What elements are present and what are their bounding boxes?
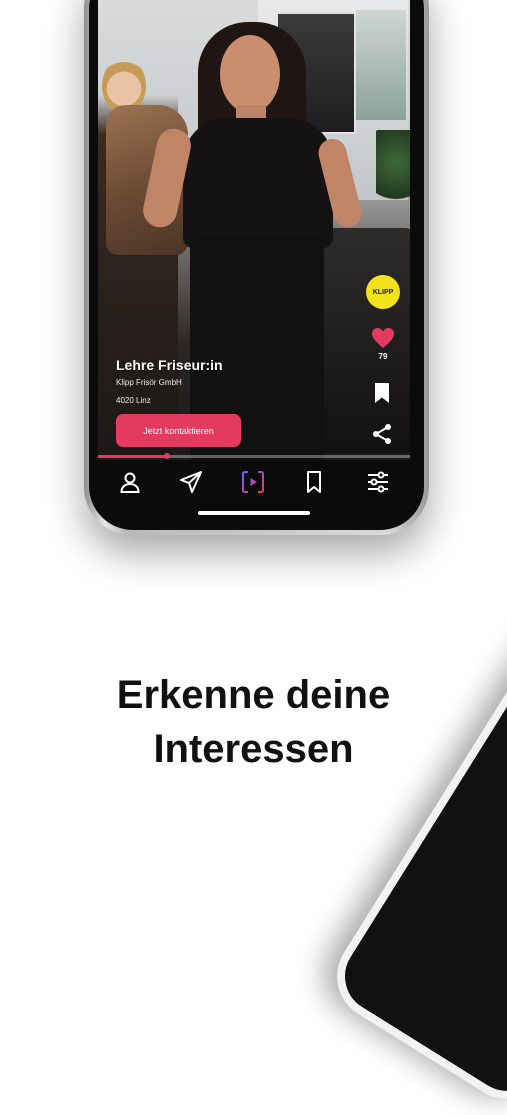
promo-headline: Erkenne deine Interessen <box>0 668 507 776</box>
video-progress-bar[interactable] <box>98 453 410 459</box>
main-person-shirt <box>183 118 333 248</box>
home-indicator[interactable] <box>198 511 310 515</box>
person-icon[interactable] <box>118 470 142 494</box>
contact-button[interactable]: Jetzt kontaktieren <box>116 414 241 447</box>
main-person-face <box>220 35 280 113</box>
headline-line-1: Erkenne deine <box>116 673 391 717</box>
company-logo-badge[interactable]: KLIPP <box>366 275 400 309</box>
salon-display <box>356 10 406 120</box>
company-name[interactable]: Klipp Frisör GmbH <box>116 378 182 387</box>
paper-plane-icon[interactable] <box>179 470 203 494</box>
share-icon[interactable] <box>370 422 394 446</box>
job-location: 4020 Linz <box>116 396 151 405</box>
like-count: 79 <box>378 352 388 361</box>
video-play-icon[interactable] <box>241 470 265 494</box>
bookmark-icon[interactable] <box>373 382 391 404</box>
bottom-nav <box>98 460 410 505</box>
bookmark-nav-icon[interactable] <box>302 470 326 494</box>
video-progress-fill <box>98 455 167 458</box>
video-screen[interactable] <box>98 0 410 460</box>
headline-line-2: Interessen <box>153 727 354 771</box>
job-title: Lehre Friseur:in <box>116 357 223 373</box>
video-progress-knob[interactable] <box>163 453 170 459</box>
sliders-icon[interactable] <box>366 470 390 494</box>
plant <box>376 130 410 210</box>
heart-icon[interactable] <box>371 327 395 349</box>
